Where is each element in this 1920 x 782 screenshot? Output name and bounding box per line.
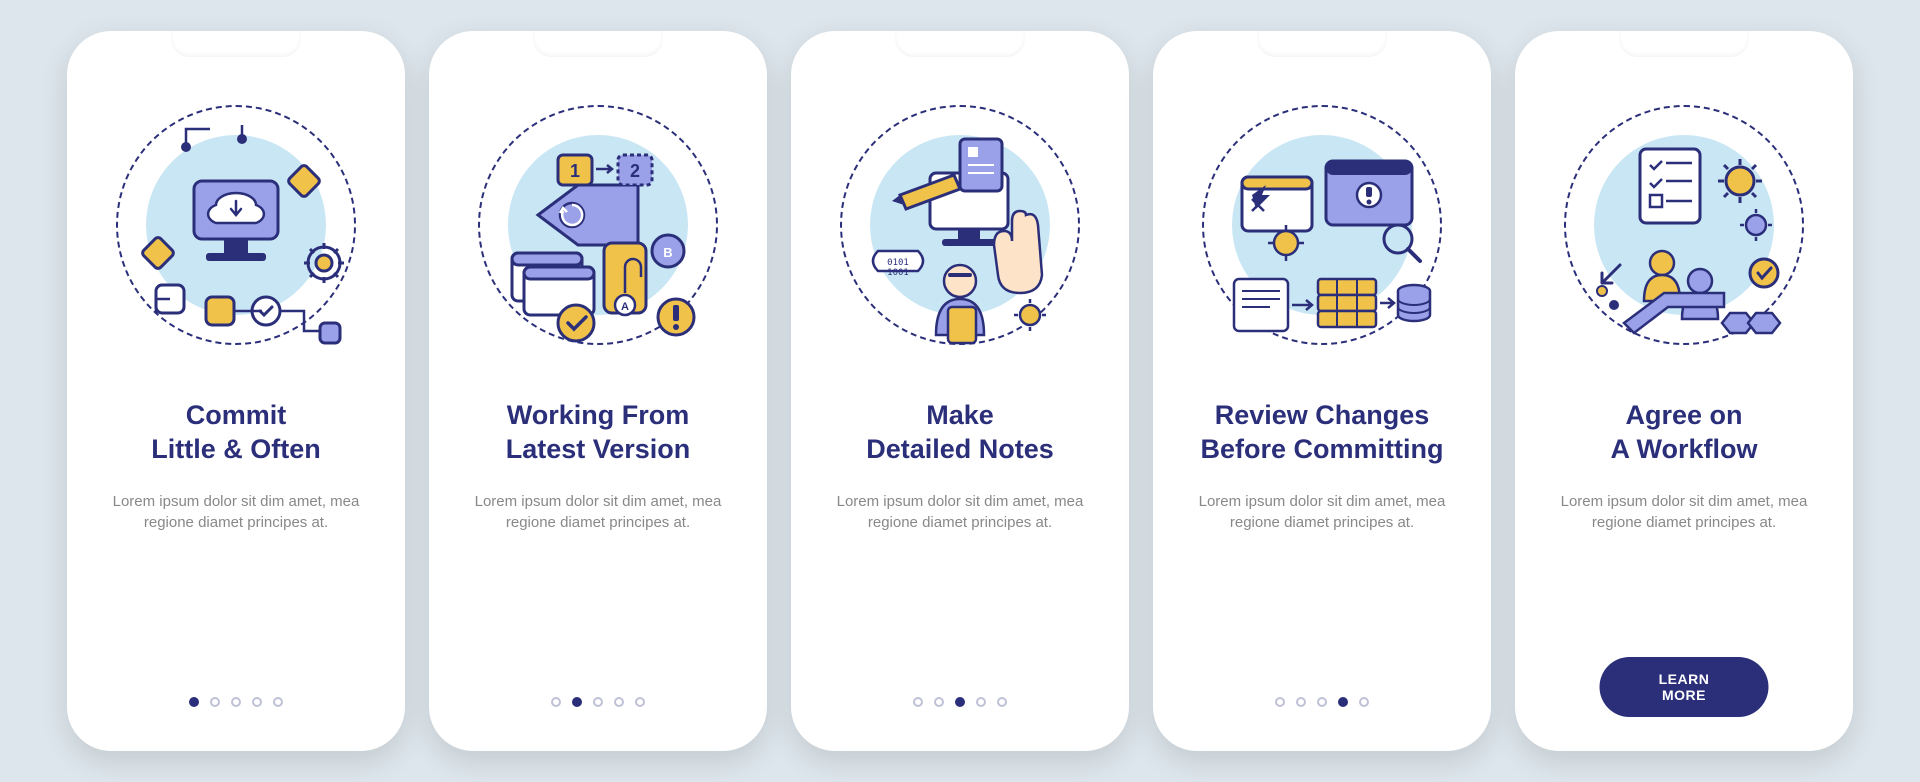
learn-more-button[interactable]: LEARN MORE	[1600, 657, 1769, 717]
detailed-notes-icon: 0101 1001	[830, 95, 1090, 355]
card-title: Working From Latest Version	[506, 399, 691, 467]
onboarding-card-1: Commit Little & Often Lorem ipsum dolor …	[67, 31, 405, 751]
dot-2[interactable]	[1296, 697, 1306, 707]
dot-3[interactable]	[955, 697, 965, 707]
dot-1[interactable]	[1275, 697, 1285, 707]
workflow-icon	[1554, 95, 1814, 355]
dot-5[interactable]	[1359, 697, 1369, 707]
dot-5[interactable]	[997, 697, 1007, 707]
onboarding-card-3: 0101 1001 Make Detailed Notes Lorem ipsu…	[791, 31, 1129, 751]
onboarding-card-4: Review Changes Before Committing Lorem i…	[1153, 31, 1491, 751]
dot-5[interactable]	[635, 697, 645, 707]
svg-text:1001: 1001	[887, 268, 909, 278]
dot-4[interactable]	[1338, 697, 1348, 707]
svg-text:0101: 0101	[887, 258, 909, 268]
pagination-dots	[791, 697, 1129, 707]
card-title: Agree on A Workflow	[1611, 399, 1758, 467]
dot-4[interactable]	[252, 697, 262, 707]
card-title: Commit Little & Often	[151, 399, 321, 467]
dot-4[interactable]	[976, 697, 986, 707]
dot-1[interactable]	[913, 697, 923, 707]
phone-notch	[533, 31, 663, 57]
dot-5[interactable]	[273, 697, 283, 707]
dot-3[interactable]	[231, 697, 241, 707]
card-title: Make Detailed Notes	[866, 399, 1054, 467]
card-description: Lorem ipsum dolor sit dim amet, mea regi…	[1181, 491, 1463, 535]
review-changes-icon	[1192, 95, 1452, 355]
dot-2[interactable]	[572, 697, 582, 707]
card-description: Lorem ipsum dolor sit dim amet, mea regi…	[457, 491, 739, 535]
phone-notch	[171, 31, 301, 57]
phone-notch	[895, 31, 1025, 57]
pagination-dots	[67, 697, 405, 707]
card-description: Lorem ipsum dolor sit dim amet, mea regi…	[819, 491, 1101, 535]
onboarding-card-2: 1 2 A B Working From Latest Version Lore…	[429, 31, 767, 751]
dot-4[interactable]	[614, 697, 624, 707]
svg-text:B: B	[663, 245, 672, 260]
card-description: Lorem ipsum dolor sit dim amet, mea regi…	[95, 491, 377, 535]
commit-often-icon	[106, 95, 366, 355]
dot-3[interactable]	[1317, 697, 1327, 707]
svg-text:A: A	[621, 301, 629, 313]
latest-version-icon: 1 2 A B	[468, 95, 728, 355]
pagination-dots	[429, 697, 767, 707]
dot-2[interactable]	[210, 697, 220, 707]
phone-notch	[1257, 31, 1387, 57]
onboarding-card-5: Agree on A Workflow Lorem ipsum dolor si…	[1515, 31, 1853, 751]
dot-2[interactable]	[934, 697, 944, 707]
card-title: Review Changes Before Committing	[1201, 399, 1444, 467]
dot-1[interactable]	[551, 697, 561, 707]
phone-notch	[1619, 31, 1749, 57]
svg-text:1: 1	[570, 161, 580, 181]
pagination-dots	[1153, 697, 1491, 707]
card-description: Lorem ipsum dolor sit dim amet, mea regi…	[1543, 491, 1825, 535]
dot-1[interactable]	[189, 697, 199, 707]
svg-text:2: 2	[630, 161, 640, 181]
dot-3[interactable]	[593, 697, 603, 707]
